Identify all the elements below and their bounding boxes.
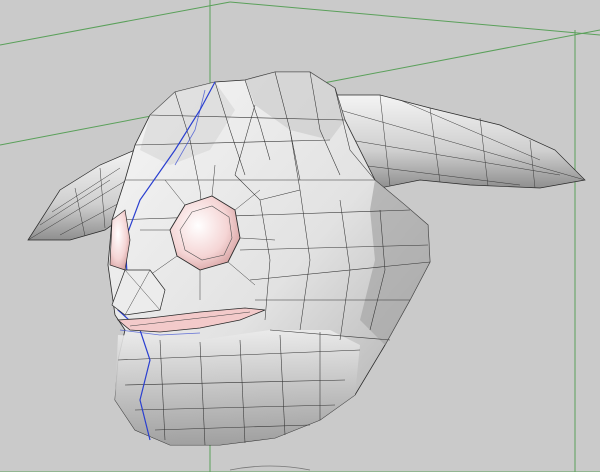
viewport-canvas[interactable] <box>0 0 600 472</box>
ground-arc <box>229 465 311 471</box>
3d-viewport[interactable] <box>0 0 600 472</box>
